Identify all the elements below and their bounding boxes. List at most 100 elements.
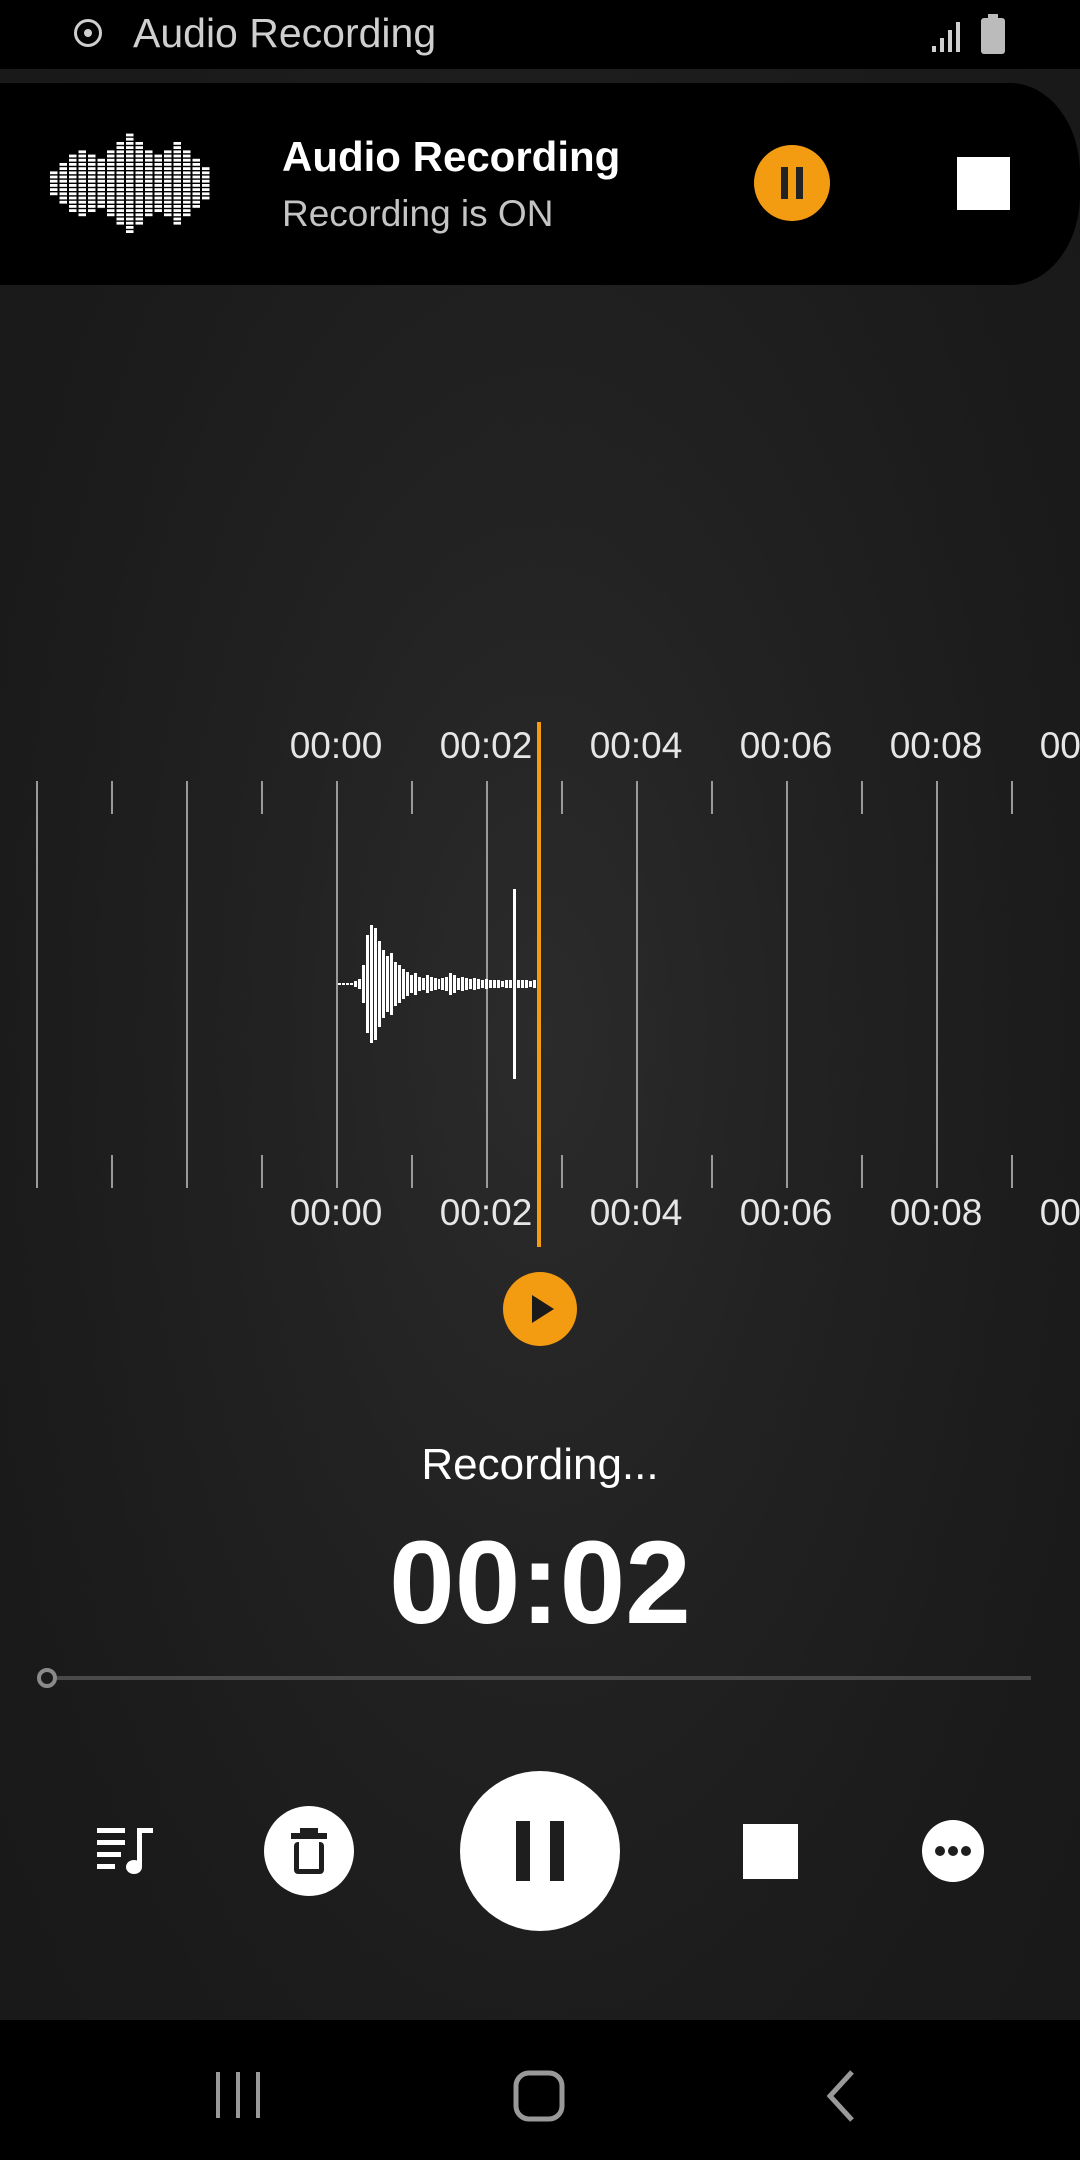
waveform-bar bbox=[409, 974, 413, 994]
home-icon[interactable] bbox=[512, 2070, 568, 2122]
waveform-bar bbox=[513, 889, 517, 1079]
time-label-top: 00:02 bbox=[439, 725, 533, 766]
waveform-bar bbox=[341, 982, 345, 986]
waveform-bar bbox=[369, 925, 373, 1043]
recording-notification[interactable]: Audio Recording Recording is ON bbox=[0, 83, 1080, 285]
pause-icon bbox=[516, 1821, 564, 1881]
tick-major bbox=[786, 781, 788, 1188]
waveform-bar bbox=[461, 976, 465, 992]
waveform-bar bbox=[417, 976, 421, 992]
waveform-bar bbox=[501, 980, 505, 988]
waveform-bar bbox=[465, 977, 469, 991]
waveform-bar bbox=[489, 980, 493, 988]
tick-minor bbox=[1011, 781, 1013, 814]
waveform-bar bbox=[421, 977, 425, 991]
waveform-bar bbox=[338, 982, 341, 986]
tick-major bbox=[936, 781, 938, 1188]
notification-subtitle: Recording is ON bbox=[282, 193, 554, 234]
waveform-bar bbox=[509, 980, 513, 988]
tick-minor bbox=[111, 1155, 113, 1188]
delete-button[interactable] bbox=[264, 1806, 354, 1896]
tick-minor bbox=[411, 1155, 413, 1188]
waveform-icon bbox=[50, 133, 210, 233]
time-label-top: 00:06 bbox=[739, 725, 833, 766]
notification-stop-button[interactable] bbox=[957, 157, 1010, 210]
tick-minor bbox=[261, 781, 263, 814]
status-bar: Audio Recording bbox=[0, 0, 1080, 69]
recent-apps-icon[interactable] bbox=[210, 2070, 266, 2120]
recordings-list-button[interactable] bbox=[97, 1826, 159, 1876]
waveform-bar bbox=[477, 979, 481, 989]
time-label-top: 00:10 bbox=[1039, 725, 1080, 766]
waveform-bar bbox=[485, 979, 489, 989]
time-label-bottom: 00:08 bbox=[889, 1192, 983, 1233]
progress-knob[interactable] bbox=[37, 1668, 57, 1688]
more-options-icon bbox=[935, 1846, 971, 1856]
tick-minor bbox=[561, 1155, 563, 1188]
tick-minor bbox=[711, 1155, 713, 1188]
waveform-bar bbox=[373, 928, 377, 1040]
time-label-bottom: 00:00 bbox=[289, 1192, 383, 1233]
status-title: Audio Recording bbox=[133, 10, 437, 56]
waveform-bar bbox=[361, 965, 365, 1003]
tick-minor bbox=[411, 781, 413, 814]
waveform-bar bbox=[393, 962, 397, 1006]
waveform-bar bbox=[481, 979, 485, 989]
waveform-bar bbox=[497, 980, 501, 988]
play-icon bbox=[532, 1295, 554, 1323]
time-label-bottom: 00:04 bbox=[589, 1192, 683, 1233]
waveform-bar bbox=[397, 965, 401, 1003]
waveform-bar bbox=[345, 982, 349, 986]
tick-minor bbox=[711, 781, 713, 814]
elapsed-time: 00:02 bbox=[389, 1517, 691, 1649]
time-label-bottom: 00:06 bbox=[739, 1192, 833, 1233]
stop-button[interactable] bbox=[743, 1824, 798, 1879]
waveform-bar bbox=[381, 950, 385, 1018]
waveform-bar bbox=[533, 980, 536, 988]
waveform-bar bbox=[365, 934, 369, 1034]
waveform-bar bbox=[473, 977, 477, 991]
waveform-bar bbox=[429, 976, 433, 992]
waveform-bar bbox=[521, 979, 525, 989]
recording-status: Recording... bbox=[421, 1440, 659, 1489]
waveform-bar bbox=[389, 953, 393, 1015]
play-button[interactable] bbox=[503, 1272, 577, 1346]
waveform-bar bbox=[493, 979, 497, 989]
tick-minor bbox=[861, 1155, 863, 1188]
waveform-bar bbox=[349, 982, 353, 986]
more-options-button[interactable] bbox=[922, 1820, 984, 1882]
waveform-bar bbox=[377, 940, 381, 1028]
waveform-bar bbox=[453, 974, 457, 994]
signal-icon bbox=[932, 22, 960, 52]
waveform-bar bbox=[457, 977, 461, 991]
waveform-bar bbox=[405, 971, 409, 997]
waveform-bar bbox=[469, 979, 473, 989]
battery-icon bbox=[981, 14, 1005, 54]
waveform-bar bbox=[413, 972, 417, 996]
playhead[interactable] bbox=[537, 722, 541, 1247]
waveform-bar bbox=[357, 979, 361, 989]
time-label-bottom: 00:10 bbox=[1039, 1192, 1080, 1233]
waveform-bar bbox=[385, 956, 389, 1012]
waveform-bar bbox=[353, 980, 357, 988]
progress-track[interactable] bbox=[56, 1676, 1031, 1680]
waveform-bar bbox=[401, 968, 405, 1000]
time-label-top: 00:00 bbox=[289, 725, 383, 766]
back-icon[interactable] bbox=[820, 2070, 860, 2122]
recordings-list-icon bbox=[97, 1828, 153, 1874]
tick-minor bbox=[111, 781, 113, 814]
tick-minor bbox=[261, 1155, 263, 1188]
waveform-bar bbox=[445, 976, 449, 992]
waveform-bar bbox=[425, 974, 429, 994]
time-label-bottom: 00:02 bbox=[439, 1192, 533, 1233]
tick-major bbox=[636, 781, 638, 1188]
waveform-bar bbox=[525, 980, 529, 988]
notification-title: Audio Recording bbox=[282, 133, 621, 180]
pause-button[interactable] bbox=[460, 1771, 620, 1931]
waveform-bar bbox=[505, 979, 509, 989]
tick-minor bbox=[1011, 1155, 1013, 1188]
delete-icon bbox=[291, 1828, 327, 1874]
waveform-bar bbox=[441, 977, 445, 991]
notification-pause-button[interactable] bbox=[754, 145, 830, 221]
tick-major bbox=[36, 781, 38, 1188]
